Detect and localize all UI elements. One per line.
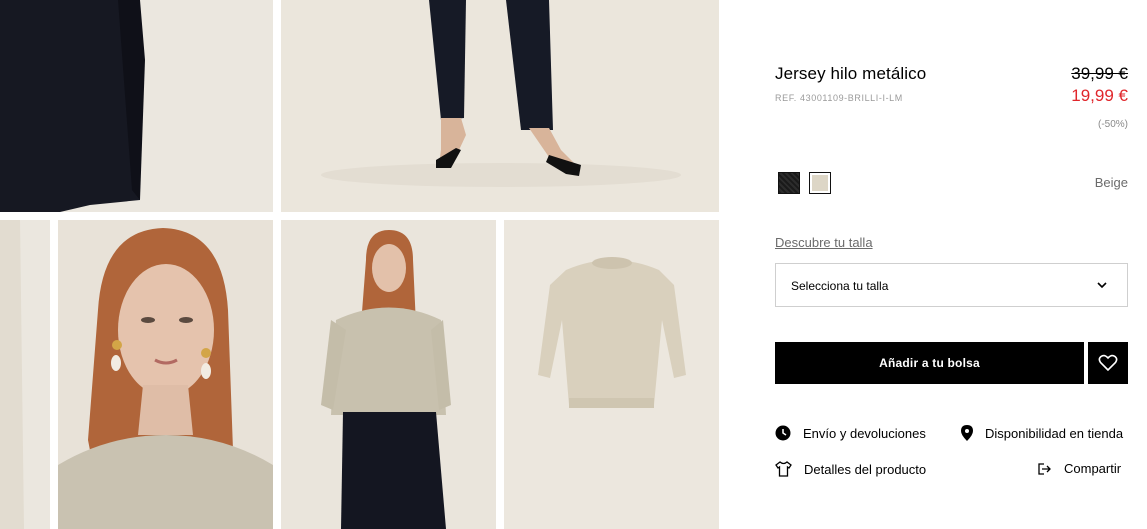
partial-image [0, 220, 50, 529]
favorite-button[interactable] [1088, 342, 1128, 384]
size-guide-link[interactable]: Descubre tu talla [775, 235, 873, 250]
tshirt-icon [775, 461, 792, 477]
product-photo-legs-closeup[interactable] [0, 0, 273, 212]
product-details-link[interactable]: Detalles del producto [775, 461, 926, 477]
portrait-image [58, 220, 273, 529]
chevron-down-icon [1097, 282, 1107, 289]
clock-icon [775, 425, 791, 441]
color-swatch-beige[interactable] [809, 172, 831, 194]
product-details-label: Detalles del producto [804, 461, 927, 477]
selected-color-name: Beige [1094, 175, 1128, 190]
store-availability-link[interactable]: Disponibilidad en tienda [961, 425, 1123, 441]
sale-price: 19,99 € [1071, 86, 1128, 105]
full-legs-image [281, 0, 719, 212]
model-image [281, 220, 496, 529]
share-label: Compartir [1064, 461, 1122, 476]
heart-icon [1098, 354, 1118, 372]
discount-badge: (-50%) [1097, 119, 1128, 130]
product-title: Jersey hilo metálico [775, 64, 927, 83]
product-photo-flat[interactable] [504, 220, 719, 529]
product-panel: Jersey hilo metálico REF. 43001109-BRILL… [775, 0, 1128, 529]
size-select[interactable]: Selecciona tu talla [775, 263, 1128, 307]
share-link[interactable]: Compartir [1037, 461, 1121, 476]
add-to-bag-button[interactable]: Añadir a tu bolsa [775, 342, 1084, 384]
product-photo-model[interactable] [281, 220, 496, 529]
legs-closeup-image [0, 0, 273, 212]
product-reference: REF. 43001109-BRILLI-I-LM [775, 93, 903, 103]
location-pin-icon [961, 425, 973, 441]
store-availability-label: Disponibilidad en tienda [985, 425, 1124, 441]
add-to-bag-label: Añadir a tu bolsa [879, 356, 980, 370]
size-select-label: Selecciona tu talla [791, 279, 889, 293]
old-price: 39,99 € [1071, 64, 1128, 83]
product-photo-full-legs[interactable] [281, 0, 719, 212]
shipping-returns-label: Envío y devoluciones [803, 425, 926, 441]
product-photo-portrait[interactable] [58, 220, 273, 529]
shipping-returns-link[interactable]: Envío y devoluciones [775, 425, 926, 441]
share-icon [1038, 462, 1051, 475]
product-photo-partial[interactable] [0, 220, 50, 529]
flat-sweater-image [504, 220, 719, 529]
color-swatch-black[interactable] [778, 172, 800, 194]
